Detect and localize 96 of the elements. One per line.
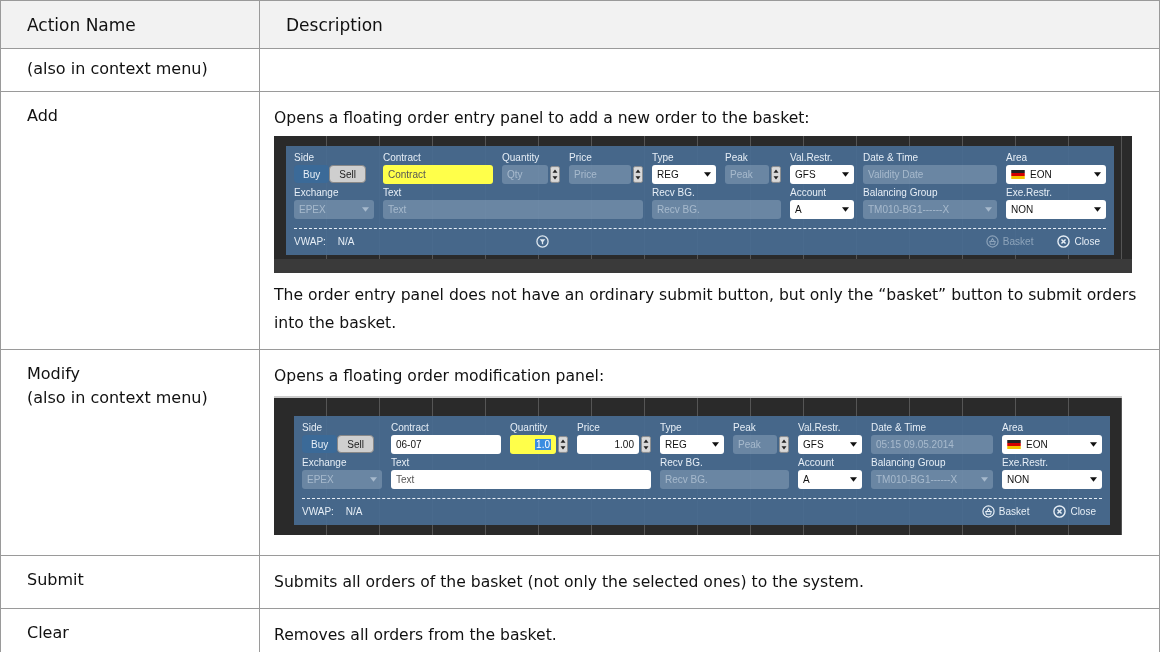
field-label: Val.Restr.	[798, 422, 842, 434]
field-label: Date & Time	[871, 422, 928, 434]
field-label: Exchange	[294, 187, 340, 199]
caret-icon	[712, 442, 719, 447]
field-label: Quantity	[510, 422, 549, 434]
spinner-arrows-icon[interactable]	[550, 166, 560, 183]
flag-icon	[1011, 170, 1025, 179]
input-field[interactable]: Contract	[383, 165, 493, 184]
dropdown[interactable]: GFS	[798, 435, 862, 454]
action-name: Add	[27, 105, 59, 127]
caret-icon	[1094, 172, 1101, 177]
field-label: Exe.Restr.	[1002, 457, 1050, 469]
field-label: Side	[302, 422, 323, 434]
dropdown[interactable]: REG	[652, 165, 716, 184]
caret-icon	[362, 207, 369, 212]
close-icon	[1057, 234, 1071, 248]
input-field[interactable]: 06-07	[391, 435, 501, 454]
action-name: Modify	[27, 363, 81, 385]
field-label: Date & Time	[863, 152, 920, 164]
vwap-label: VWAP:	[302, 505, 334, 517]
caret-icon	[842, 172, 849, 177]
field-label: Balancing Group	[863, 187, 939, 199]
field-label: Contract	[383, 152, 422, 164]
dropdown[interactable]: NON	[1002, 470, 1102, 489]
caret-icon	[842, 207, 849, 212]
caret-icon	[704, 172, 711, 177]
dropdown[interactable]: A	[790, 200, 854, 219]
dropdown[interactable]: NON	[1006, 200, 1106, 219]
side-button[interactable]: Sell	[329, 165, 366, 183]
spinner-arrows-icon[interactable]	[641, 436, 651, 453]
field-label: Exe.Restr.	[1006, 187, 1054, 199]
description-text: Submits all orders of the basket (not only the selected ones) to the system.	[274, 572, 865, 593]
filter-icon[interactable]	[535, 234, 549, 248]
field-label: Recv BG.	[660, 457, 704, 469]
action-name: (also in context menu)	[27, 387, 209, 409]
caret-icon	[1094, 207, 1101, 212]
field-label: Balancing Group	[871, 457, 947, 469]
field-label: Area	[1006, 152, 1029, 164]
field-label: Type	[660, 422, 683, 434]
description-text: The order entry panel does not have an ordinary submit button, but only the “basket” button to submit orders into the basket.	[274, 285, 1138, 334]
dropdown[interactable]: A	[798, 470, 862, 489]
field-label: Peak	[725, 152, 749, 164]
description-text: Removes all orders from the basket.	[274, 625, 558, 646]
description-text: Opens a floating order entry panel to add a new order to the basket:	[274, 108, 811, 129]
close-icon	[1053, 504, 1067, 518]
field-label: Price	[569, 152, 593, 164]
dropdown[interactable]: EON	[1002, 435, 1102, 454]
action-name: Clear	[27, 622, 70, 644]
input-field[interactable]: 1.00	[577, 435, 639, 454]
basket-icon	[981, 504, 995, 518]
caret-icon	[981, 477, 988, 482]
side-button[interactable]: Buy	[302, 435, 338, 453]
caret-icon	[850, 442, 857, 447]
caret-icon	[1090, 442, 1097, 447]
action-name: (also in context menu)	[27, 58, 209, 80]
action-name: Submit	[27, 569, 85, 591]
field-label: Area	[1002, 422, 1025, 434]
caret-icon	[985, 207, 992, 212]
vwap-value: N/A	[345, 505, 363, 517]
column-header: Description	[259, 0, 1160, 49]
column-header: Action Name	[0, 0, 260, 49]
vwap-value: N/A	[337, 235, 355, 247]
field-label: Recv BG.	[652, 187, 696, 199]
field-label: Price	[577, 422, 601, 434]
field-label: Text	[383, 187, 403, 199]
field-label: Peak	[733, 422, 757, 434]
close-button[interactable]: Close	[1051, 234, 1106, 248]
dropdown[interactable]: REG	[660, 435, 724, 454]
field-label: Exchange	[302, 457, 348, 469]
caret-icon	[1090, 477, 1097, 482]
field-label: Account	[798, 457, 836, 469]
dropdown[interactable]: GFS	[790, 165, 854, 184]
flag-icon	[1007, 440, 1021, 449]
basket-icon	[985, 234, 999, 248]
field-label: Contract	[391, 422, 430, 434]
side-button[interactable]: Sell	[337, 435, 374, 453]
dropdown[interactable]: EON	[1006, 165, 1106, 184]
field-label: Type	[652, 152, 675, 164]
spinner-arrows-icon[interactable]	[633, 166, 643, 183]
basket-button[interactable]: Basket	[975, 504, 1036, 518]
caret-icon	[370, 477, 377, 482]
description-text: Opens a floating order modification panel:	[274, 366, 606, 387]
close-button[interactable]: Close	[1047, 504, 1102, 518]
spinner-arrows-icon[interactable]	[779, 436, 789, 453]
field-label: Text	[391, 457, 411, 469]
input-field[interactable]: Text	[391, 470, 651, 489]
side-button[interactable]: Buy	[294, 165, 330, 183]
field-label: Val.Restr.	[790, 152, 834, 164]
caret-icon	[850, 477, 857, 482]
vwap-label: VWAP:	[294, 235, 326, 247]
spinner-arrows-icon[interactable]	[558, 436, 568, 453]
input-field[interactable]: 1.0	[510, 435, 556, 454]
field-label: Side	[294, 152, 315, 164]
field-label: Account	[790, 187, 828, 199]
spinner-arrows-icon[interactable]	[771, 166, 781, 183]
field-label: Quantity	[502, 152, 541, 164]
